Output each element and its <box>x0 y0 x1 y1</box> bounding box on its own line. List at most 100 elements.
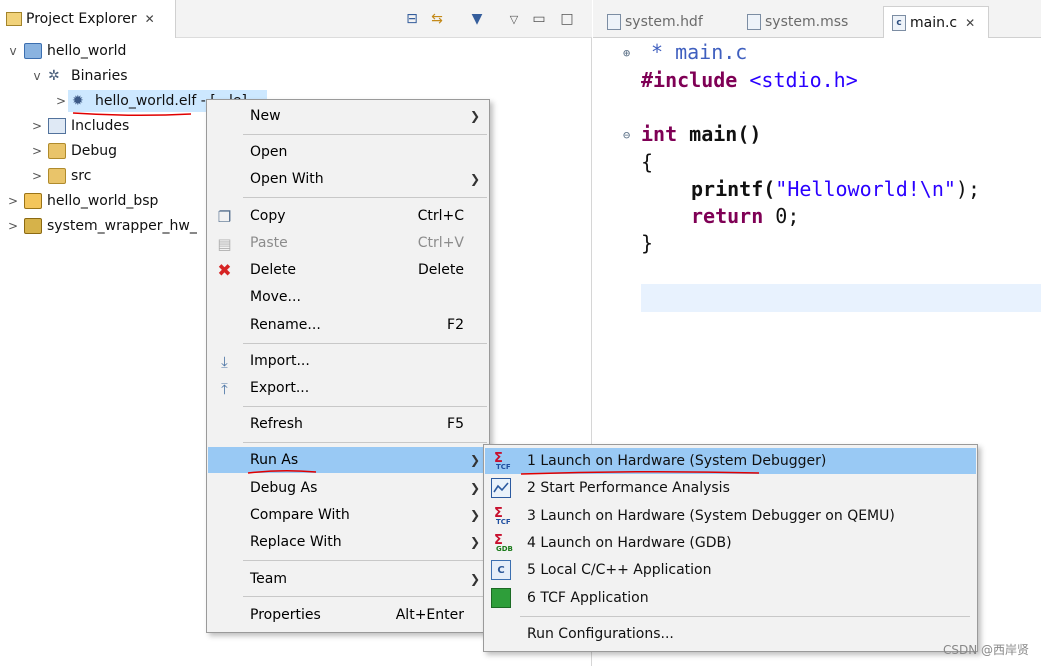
submenu-item-tcf-application[interactable]: 6 TCF Application <box>485 585 976 611</box>
code-keyword: return <box>691 204 764 228</box>
code-line-comment: * main.c <box>651 40 748 64</box>
tree-item-includes[interactable]: > Includes <box>30 114 129 138</box>
menu-separator <box>520 616 970 617</box>
submenu-item-launch-hw-qemu[interactable]: Σ TCF 3 Launch on Hardware (System Debugg… <box>485 503 976 529</box>
submenu-arrow-icon: ❯ <box>469 535 480 549</box>
menu-item-delete[interactable]: ✖ Delete Delete <box>208 257 490 283</box>
submenu-arrow-icon: ❯ <box>469 109 480 123</box>
menu-label: 3 Launch on Hardware (System Debugger on… <box>527 508 895 524</box>
link-with-editor-icon[interactable]: ⇆ <box>428 10 446 28</box>
tree-item-binaries[interactable]: v ✲ Binaries <box>30 64 128 88</box>
tab-main-c[interactable]: c main.c ✕ <box>883 6 989 38</box>
menu-item-export[interactable]: ⤒ Export... <box>208 375 490 401</box>
menu-item-replace-with[interactable]: Replace With ❯ <box>208 529 490 555</box>
menu-item-paste[interactable]: ▤ Paste Ctrl+V <box>208 230 490 256</box>
folder-icon <box>48 143 66 159</box>
menu-item-move[interactable]: Move... <box>208 284 490 310</box>
c-application-icon: C <box>491 560 511 580</box>
watermark: CSDN @西岸贤 <box>942 643 1029 657</box>
menu-separator <box>243 197 487 198</box>
tree-item-hello-world-bsp[interactable]: > hello_world_bsp <box>6 189 158 213</box>
menu-label: Export... <box>250 380 310 396</box>
expand-chevron-icon[interactable]: v <box>30 69 44 83</box>
menu-separator <box>243 406 487 407</box>
tree-item-debug[interactable]: > Debug <box>30 139 117 163</box>
file-icon <box>607 14 621 30</box>
menu-accelerator: Ctrl+V <box>417 235 464 251</box>
minimize-icon[interactable]: ▭ <box>530 10 548 28</box>
expand-chevron-icon[interactable]: v <box>6 44 20 58</box>
tab-system-hdf[interactable]: system.hdf <box>599 6 711 38</box>
menu-item-debug-as[interactable]: Debug As ❯ <box>208 475 490 501</box>
submenu-arrow-icon: ❯ <box>469 508 480 522</box>
menu-item-refresh[interactable]: Refresh F5 <box>208 411 490 437</box>
project-folder-icon <box>24 43 42 59</box>
menu-label: Open <box>250 144 288 160</box>
menu-label: Open With <box>250 171 324 187</box>
submenu-item-local-cpp-app[interactable]: C 5 Local C/C++ Application <box>485 557 976 583</box>
fold-collapse-icon[interactable]: ⊖ <box>623 128 630 142</box>
tree-item-label: hello_world <box>47 43 127 59</box>
submenu-item-start-performance-analysis[interactable]: 2 Start Performance Analysis <box>485 475 976 501</box>
filter-icon[interactable]: ▼ <box>468 10 486 28</box>
menu-item-compare-with[interactable]: Compare With ❯ <box>208 502 490 528</box>
code-line-include: #include <stdio.h> <box>641 68 858 92</box>
fold-expand-icon[interactable]: ⊕ <box>623 46 630 60</box>
tree-item-src[interactable]: > src <box>30 164 91 188</box>
menu-label: Properties <box>250 607 321 623</box>
performance-chart-icon <box>491 478 511 498</box>
expand-chevron-icon[interactable]: > <box>30 169 44 183</box>
expand-chevron-icon[interactable]: > <box>6 219 20 233</box>
code-line-return: return 0; <box>691 204 799 228</box>
menu-label: Run Configurations... <box>527 626 674 642</box>
tree-item-label: Binaries <box>71 68 128 84</box>
menu-label: 1 Launch on Hardware (System Debugger) <box>527 453 827 469</box>
expand-chevron-icon[interactable]: > <box>54 94 68 108</box>
copy-icon: ❐ <box>217 207 232 226</box>
tree-item-hello-world[interactable]: v hello_world <box>6 39 126 63</box>
menu-item-open-with[interactable]: Open With ❯ <box>208 166 490 192</box>
menu-item-properties[interactable]: Properties Alt+Enter <box>208 602 490 628</box>
includes-icon <box>48 118 66 134</box>
maximize-icon[interactable]: □ <box>558 10 576 28</box>
c-file-icon: c <box>892 14 906 31</box>
executable-gear-icon: ✹ <box>72 93 84 109</box>
export-icon: ⤒ <box>221 379 228 398</box>
paste-icon: ▤ <box>217 234 232 253</box>
menu-accelerator: Delete <box>418 262 464 278</box>
menu-accelerator: Alt+Enter <box>395 607 464 623</box>
expand-chevron-icon[interactable]: > <box>30 144 44 158</box>
menu-separator <box>243 134 487 135</box>
submenu-item-launch-hw-gdb[interactable]: Σ GDB 4 Launch on Hardware (GDB) <box>485 530 976 556</box>
menu-label: Team <box>250 571 288 587</box>
collapse-all-icon[interactable]: ⊟ <box>403 10 421 28</box>
menu-item-rename[interactable]: Rename... F2 <box>208 312 490 338</box>
menu-item-copy[interactable]: ❐ Copy Ctrl+C <box>208 203 490 229</box>
tab-system-mss[interactable]: system.mss <box>739 6 856 38</box>
expand-chevron-icon[interactable]: > <box>30 119 44 133</box>
code-keyword: int <box>641 122 678 146</box>
menu-item-open[interactable]: Open <box>208 139 490 165</box>
close-icon[interactable]: ✕ <box>965 16 975 30</box>
tree-item-system-wrapper-hw[interactable]: > system_wrapper_hw_ <box>6 214 197 238</box>
menu-item-new[interactable]: New ❯ <box>208 103 490 129</box>
menu-item-team[interactable]: Team ❯ <box>208 566 490 592</box>
tab-project-explorer[interactable]: Project Explorer ✕ <box>0 0 176 38</box>
submenu-item-run-configurations[interactable]: Run Configurations... <box>485 621 976 647</box>
expand-chevron-icon[interactable]: > <box>6 194 20 208</box>
code-line-close-brace: } <box>641 231 654 255</box>
menu-item-import[interactable]: ⤓ Import... <box>208 348 490 374</box>
tree-item-label: hello_world_bsp <box>47 193 159 209</box>
code-text: 0; <box>763 204 800 228</box>
red-x-icon: ✖ <box>217 260 232 281</box>
code-line-open-brace: { <box>641 150 654 174</box>
editor-tab-bar: system.hdf system.mss c main.c ✕ <box>593 0 1041 38</box>
view-menu-icon[interactable]: ▽ <box>505 10 523 28</box>
tab-label: main.c <box>910 14 958 31</box>
menu-accelerator: Ctrl+C <box>417 208 464 224</box>
folder-icon <box>48 168 66 184</box>
menu-separator <box>243 442 487 443</box>
menu-label: Delete <box>250 262 296 278</box>
close-icon[interactable]: ✕ <box>145 12 155 26</box>
tab-project-explorer-label: Project Explorer <box>26 11 137 27</box>
